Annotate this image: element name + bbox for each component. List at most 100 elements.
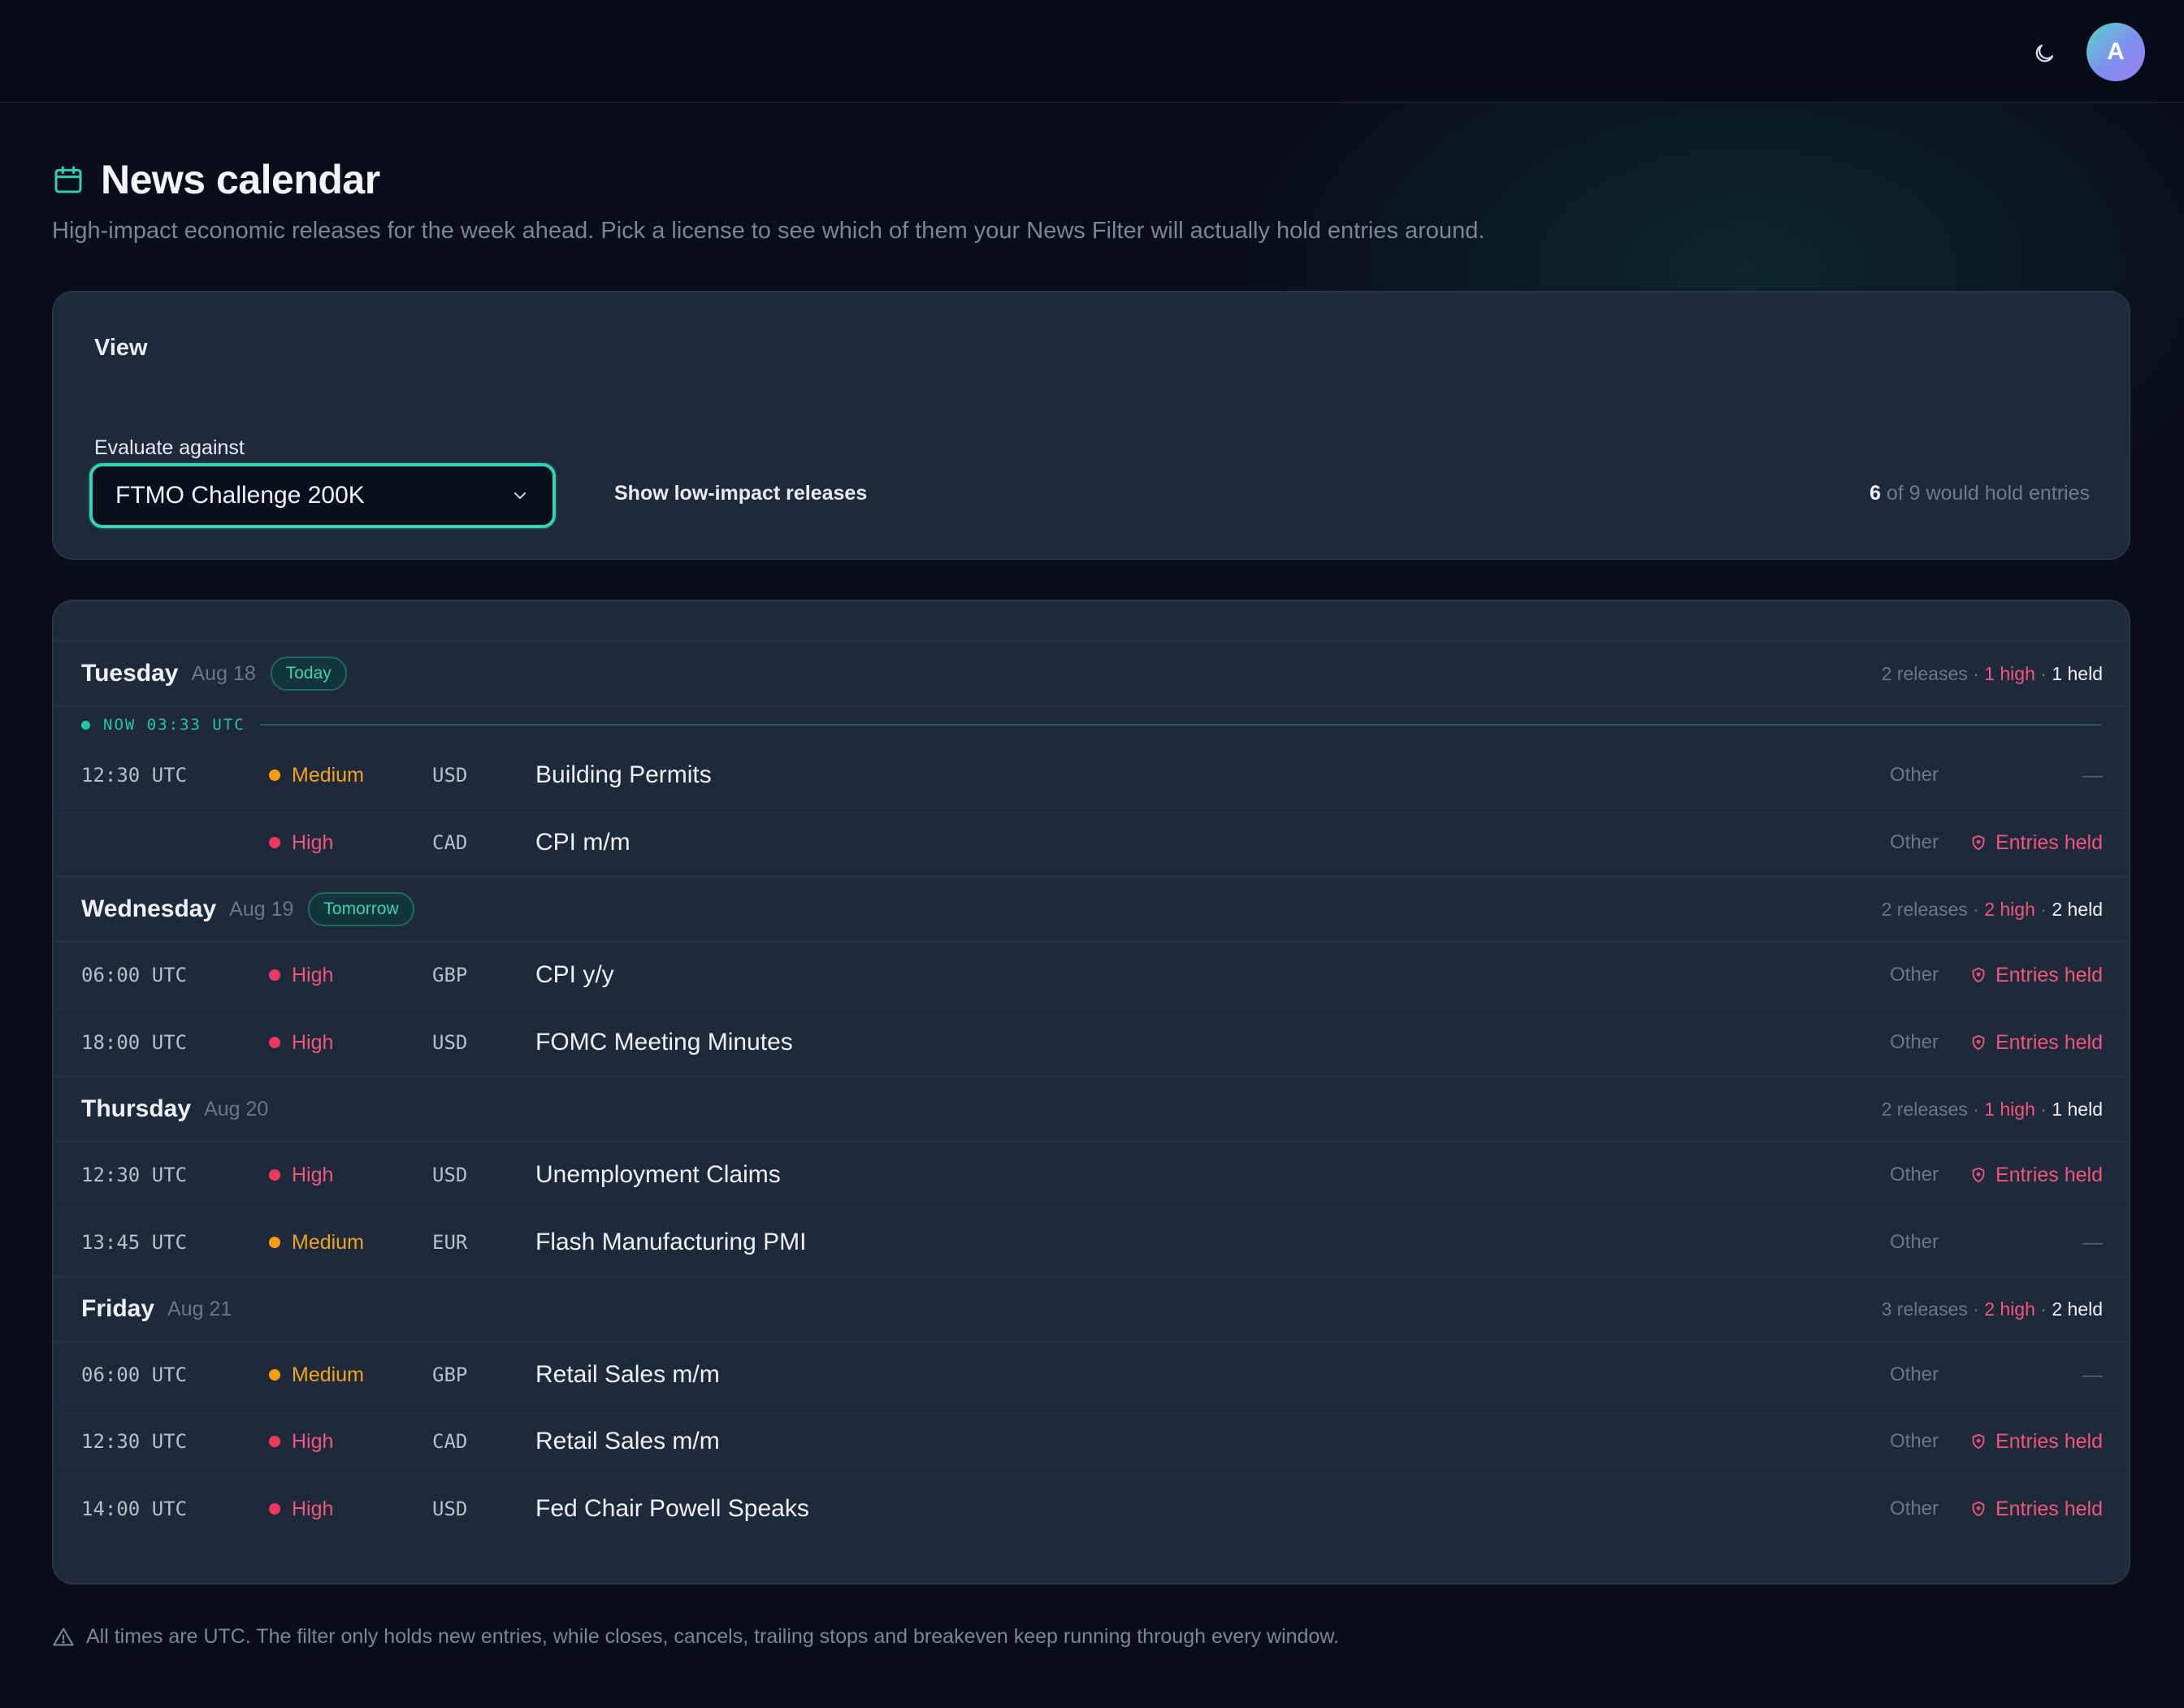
day-held-count: 1 held [2052, 662, 2103, 684]
event-impact: Medium [269, 1342, 364, 1407]
user-avatar[interactable]: A [2086, 23, 2145, 81]
now-dot [81, 720, 90, 730]
event-category: Other [1890, 1031, 1939, 1053]
event-time: 06:00 UTC [81, 1363, 188, 1386]
event-status[interactable]: Entries held [1970, 1009, 2103, 1076]
stats-separator: · [2034, 1098, 2052, 1120]
event-row[interactable]: 12:30 UTC High CAD Retail Sales m/m Other Ent… [54, 1409, 2129, 1476]
event-name: Building Permits [535, 761, 712, 788]
day-high-count: 2 high [1984, 1298, 2035, 1320]
event-impact: High [269, 943, 333, 1008]
impact-label: High [292, 1163, 334, 1186]
day-stats: 2 releases · 1 high · 1 held [1882, 663, 2103, 685]
impact-dot [269, 1503, 280, 1515]
day-release-count: 2 releases [1881, 662, 1968, 684]
event-row[interactable]: High CAD CPI m/m Other Entries held [54, 809, 2129, 876]
event-row[interactable]: 06:00 UTC Medium GBP Retail Sales m/m Other — [54, 1342, 2129, 1409]
event-status[interactable]: Entries held [1970, 1142, 2103, 1207]
warning-icon [53, 1627, 74, 1645]
event-impact: High [269, 1476, 333, 1542]
impact-dot [269, 969, 280, 981]
impact-label: High [292, 963, 334, 986]
day-high-count: 2 high [1984, 898, 2035, 920]
event-row[interactable]: 06:00 UTC High GBP CPI y/y Other Entries held [54, 943, 2129, 1009]
day-high-count: 1 high [1984, 662, 2035, 684]
event-status-label: Entries held [1995, 830, 2103, 854]
shield-icon [1972, 1433, 1985, 1450]
license-select[interactable]: FTMO Challenge 200K [89, 463, 556, 528]
event-row[interactable]: 13:45 UTC Medium EUR Flash Manufacturing PM… [54, 1209, 2129, 1276]
event-category: Other [1890, 964, 1939, 986]
event-status-label: Entries held [1995, 1429, 2103, 1453]
day-date: Aug 20 [204, 1097, 269, 1121]
event-status: — [2082, 1209, 2103, 1276]
event-time: 12:30 UTC [81, 1164, 188, 1186]
impact-label: High [292, 1429, 334, 1453]
page-header: News calendar [52, 156, 380, 203]
event-name: Retail Sales m/m [535, 1428, 720, 1454]
impact-dot [269, 1369, 280, 1381]
shield-icon [1972, 1501, 1985, 1517]
event-category: Other [1890, 764, 1939, 786]
stats-separator: · [1967, 1298, 1985, 1320]
event-status: — [2082, 743, 2103, 808]
page-title: News calendar [101, 157, 380, 202]
hold-summary-count: 6 [1869, 482, 1881, 505]
event-name: Flash Manufacturing PMI [535, 1229, 807, 1255]
impact-label: High [292, 1497, 334, 1520]
stats-separator: · [1967, 898, 1985, 920]
show-low-impact-toggle[interactable]: Show low-impact releases [614, 482, 867, 505]
event-status[interactable]: Entries held [1970, 943, 2103, 1008]
impact-label: High [292, 830, 334, 854]
impact-label: High [292, 1030, 334, 1054]
top-bar: A [0, 0, 2184, 103]
shield-icon [1972, 1034, 1985, 1051]
event-currency: GBP [432, 1363, 468, 1386]
day-name: Tuesday [81, 660, 179, 687]
day-header: Wednesday Aug 19 Tomorrow 2 releases · 2 hi… [54, 876, 2129, 943]
day-high-count: 1 high [1984, 1098, 2035, 1120]
event-status-label: — [2082, 1363, 2103, 1386]
event-name: Retail Sales m/m [535, 1361, 720, 1388]
day-release-count: 3 releases [1881, 1298, 1968, 1320]
event-row[interactable]: 14:00 UTC High USD Fed Chair Powell Speaks O… [54, 1476, 2129, 1542]
hold-summary: 6 of 9 would hold entries [1870, 482, 2090, 505]
event-currency: EUR [432, 1231, 468, 1254]
day-held-count: 2 held [2052, 898, 2103, 920]
impact-dot [269, 1436, 280, 1447]
event-row[interactable]: 12:30 UTC High USD Unemployment Claims Other… [54, 1142, 2129, 1209]
event-status-label: Entries held [1995, 963, 2103, 986]
hold-summary-text: of 9 would hold entries [1886, 482, 2090, 505]
day-date: Aug 19 [229, 897, 294, 921]
shield-icon [1972, 834, 1985, 851]
event-status-label: — [2082, 1230, 2103, 1254]
now-line [259, 724, 2101, 726]
event-category: Other [1890, 1363, 1939, 1385]
event-status-label: — [2082, 763, 2103, 787]
event-time: 13:45 UTC [81, 1231, 188, 1254]
event-row[interactable]: 12:30 UTC Medium USD Building Permits Other — [54, 743, 2129, 809]
page-subtitle: High-impact economic releases for the we… [52, 218, 1485, 244]
event-time: 14:00 UTC [81, 1498, 188, 1520]
event-impact: Medium [269, 743, 364, 808]
event-impact: High [269, 1409, 333, 1474]
event-status[interactable]: Entries held [1970, 809, 2103, 876]
impact-label: Medium [292, 763, 364, 787]
event-currency: GBP [432, 964, 468, 986]
event-currency: USD [432, 764, 468, 787]
shield-icon [1972, 967, 1985, 983]
event-status[interactable]: Entries held [1970, 1476, 2103, 1542]
event-time: 12:30 UTC [81, 764, 188, 787]
day-release-count: 2 releases [1881, 1098, 1968, 1120]
impact-label: Medium [292, 1230, 364, 1254]
event-currency: CAD [432, 831, 468, 854]
event-name: FOMC Meeting Minutes [535, 1029, 793, 1056]
event-status[interactable]: Entries held [1970, 1409, 2103, 1474]
event-time: 12:30 UTC [81, 1430, 188, 1453]
event-status-label: Entries held [1995, 1163, 2103, 1186]
event-row[interactable]: 18:00 UTC High USD FOMC Meeting Minutes Othe… [54, 1009, 2129, 1076]
day-header: Tuesday Aug 18 Today 2 releases · 1 high · … [54, 640, 2129, 707]
event-status-label: Entries held [1995, 1030, 2103, 1054]
event-impact: Medium [269, 1209, 364, 1276]
theme-toggle-button[interactable] [2026, 36, 2062, 72]
